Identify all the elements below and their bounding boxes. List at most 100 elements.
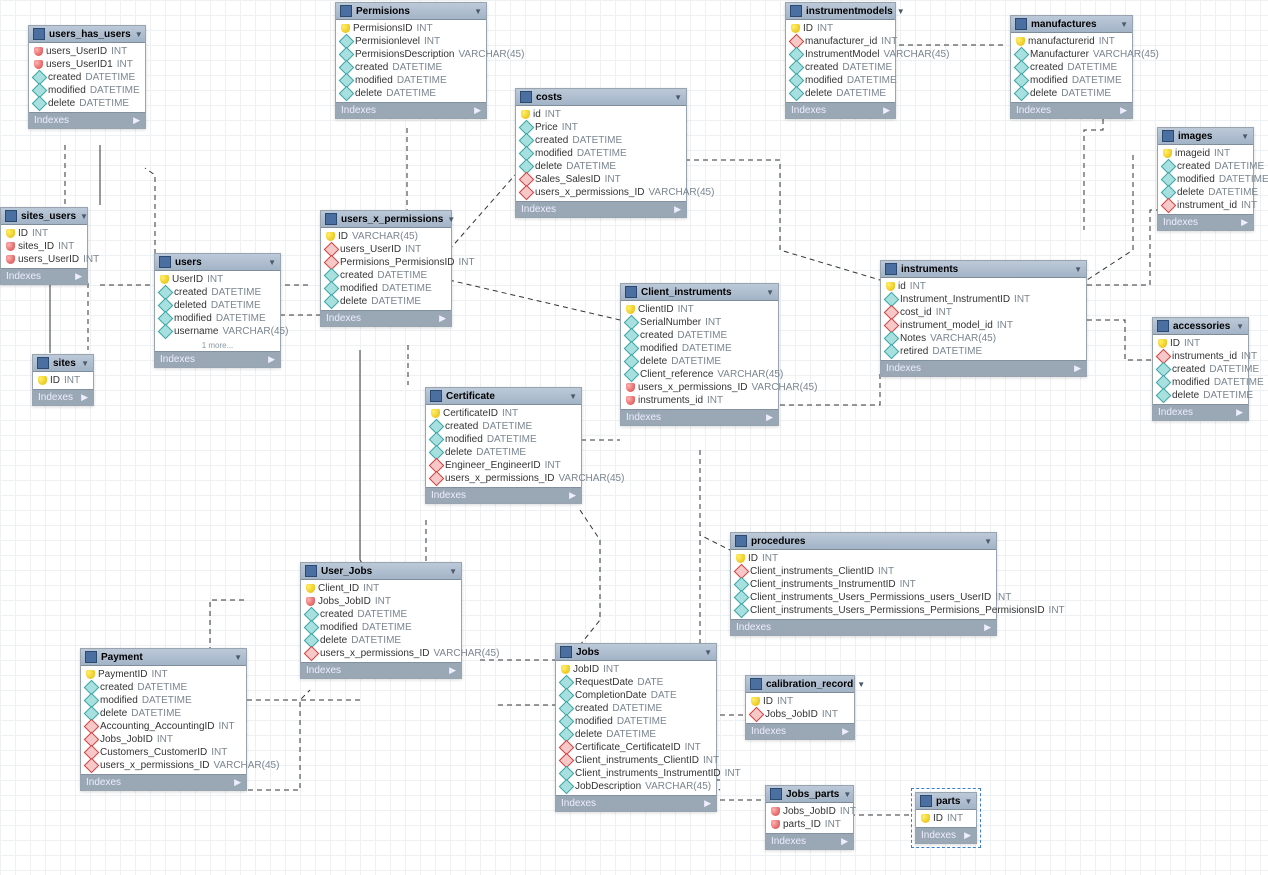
expand-icon[interactable]: ▶ <box>964 830 971 841</box>
collapse-icon[interactable]: ▼ <box>1241 132 1249 141</box>
collapse-icon[interactable]: ▼ <box>569 392 577 401</box>
indexes-row[interactable]: Indexes▶ <box>321 310 451 326</box>
expand-icon[interactable]: ▶ <box>439 313 446 324</box>
table-header[interactable]: instrumentmodels▼ <box>786 3 895 20</box>
expand-icon[interactable]: ▶ <box>75 271 82 282</box>
table-accessories[interactable]: accessories▼IDINTinstruments_idINTcreate… <box>1152 317 1249 421</box>
indexes-row[interactable]: Indexes▶ <box>301 662 461 678</box>
table-instruments[interactable]: instruments▼idINTInstrument_InstrumentID… <box>880 260 1087 377</box>
table-parts[interactable]: parts▼IDINTIndexes▶ <box>915 792 977 844</box>
table-images[interactable]: images▼imageidINTcreatedDATETIMEmodified… <box>1157 127 1254 231</box>
indexes-row[interactable]: Indexes▶ <box>1153 404 1248 420</box>
collapse-icon[interactable]: ▼ <box>268 258 276 267</box>
indexes-row[interactable]: Indexes▶ <box>766 833 853 849</box>
table-header[interactable]: instruments▼ <box>881 261 1086 278</box>
table-payment[interactable]: Payment▼PaymentIDINTcreatedDATETIMEmodif… <box>80 648 247 791</box>
indexes-row[interactable]: Indexes▶ <box>155 351 280 367</box>
table-manufactures[interactable]: manufactures▼manufactureridINTManufactur… <box>1010 15 1133 119</box>
table-header[interactable]: users▼ <box>155 254 280 271</box>
table-header[interactable]: parts▼ <box>916 793 976 810</box>
indexes-row[interactable]: Indexes▶ <box>1011 102 1132 118</box>
indexes-row[interactable]: Indexes▶ <box>29 112 145 128</box>
table-permissions[interactable]: Permisions▼PermisionsIDINTPermisionlevel… <box>335 2 487 119</box>
collapse-icon[interactable]: ▼ <box>843 790 851 799</box>
collapse-icon[interactable]: ▼ <box>704 648 712 657</box>
expand-icon[interactable]: ▶ <box>766 412 773 423</box>
table-header[interactable]: User_Jobs▼ <box>301 563 461 580</box>
indexes-row[interactable]: Indexes▶ <box>33 389 93 405</box>
expand-icon[interactable]: ▶ <box>234 777 241 788</box>
expand-icon[interactable]: ▶ <box>883 105 890 116</box>
collapse-icon[interactable]: ▼ <box>984 537 992 546</box>
table-users[interactable]: users▼UserIDINTcreatedDATETIMEdeletedDAT… <box>154 253 281 368</box>
table-header[interactable]: Permisions▼ <box>336 3 486 20</box>
collapse-icon[interactable]: ▼ <box>447 215 455 224</box>
table-instrumentmodels[interactable]: instrumentmodels▼IDINTmanufacturer_idINT… <box>785 2 896 119</box>
collapse-icon[interactable]: ▼ <box>81 359 89 368</box>
table-header[interactable]: Jobs▼ <box>556 644 716 661</box>
expand-icon[interactable]: ▶ <box>474 105 481 116</box>
table-header[interactable]: calibration_record▼ <box>746 676 854 693</box>
indexes-row[interactable]: Indexes▶ <box>881 360 1086 376</box>
table-header[interactable]: sites_users▼ <box>1 208 87 225</box>
indexes-row[interactable]: Indexes▶ <box>426 487 581 503</box>
collapse-icon[interactable]: ▼ <box>474 7 482 16</box>
collapse-icon[interactable]: ▼ <box>1120 20 1128 29</box>
indexes-row[interactable]: Indexes▶ <box>731 619 996 635</box>
expand-icon[interactable]: ▶ <box>674 204 681 215</box>
table-header[interactable]: Payment▼ <box>81 649 246 666</box>
erd-canvas[interactable]: users_has_users▼users_UserIDINTusers_Use… <box>0 0 1268 875</box>
collapse-icon[interactable]: ▼ <box>897 7 905 16</box>
collapse-icon[interactable]: ▼ <box>135 30 143 39</box>
indexes-row[interactable]: Indexes▶ <box>81 774 246 790</box>
table-header[interactable]: procedures▼ <box>731 533 996 550</box>
collapse-icon[interactable]: ▼ <box>964 797 972 806</box>
table-jobs-parts[interactable]: Jobs_parts▼Jobs_JobIDINTparts_IDINTIndex… <box>765 785 854 850</box>
table-header[interactable]: sites▼ <box>33 355 93 372</box>
table-sites-users[interactable]: sites_users▼IDINTsites_IDINTusers_UserID… <box>0 207 88 285</box>
table-user-jobs[interactable]: User_Jobs▼Client_IDINTJobs_JobIDINTcreat… <box>300 562 462 679</box>
expand-icon[interactable]: ▶ <box>1241 217 1248 228</box>
collapse-icon[interactable]: ▼ <box>1074 265 1082 274</box>
indexes-row[interactable]: Indexes▶ <box>916 827 976 843</box>
expand-icon[interactable]: ▶ <box>268 354 275 365</box>
expand-icon[interactable]: ▶ <box>984 622 991 633</box>
table-sites[interactable]: sites▼IDINTIndexes▶ <box>32 354 94 406</box>
table-header[interactable]: users_has_users▼ <box>29 26 145 43</box>
indexes-row[interactable]: Indexes▶ <box>621 409 778 425</box>
expand-icon[interactable]: ▶ <box>449 665 456 676</box>
table-procedures[interactable]: procedures▼IDINTClient_instruments_Clien… <box>730 532 997 636</box>
more-indicator[interactable]: 1 more... <box>155 340 280 351</box>
indexes-row[interactable]: Indexes▶ <box>746 723 854 739</box>
expand-icon[interactable]: ▶ <box>133 115 140 126</box>
table-costs[interactable]: costs▼idINTPriceINTcreatedDATETIMEmodifi… <box>515 88 687 218</box>
table-header[interactable]: users_x_permissions▼ <box>321 211 451 228</box>
collapse-icon[interactable]: ▼ <box>449 567 457 576</box>
collapse-icon[interactable]: ▼ <box>857 680 865 689</box>
table-users-x-permissions[interactable]: users_x_permissions▼IDVARCHAR(45)users_U… <box>320 210 452 327</box>
table-header[interactable]: accessories▼ <box>1153 318 1248 335</box>
table-jobs[interactable]: Jobs▼JobIDINTRequestDateDATECompletionDa… <box>555 643 717 812</box>
indexes-row[interactable]: Indexes▶ <box>516 201 686 217</box>
expand-icon[interactable]: ▶ <box>1236 407 1243 418</box>
table-header[interactable]: manufactures▼ <box>1011 16 1132 33</box>
table-certificate[interactable]: Certificate▼CertificateIDINTcreatedDATET… <box>425 387 582 504</box>
table-users-has-users[interactable]: users_has_users▼users_UserIDINTusers_Use… <box>28 25 146 129</box>
expand-icon[interactable]: ▶ <box>569 490 576 501</box>
table-calibration-record[interactable]: calibration_record▼IDINTJobs_JobIDINTInd… <box>745 675 855 740</box>
collapse-icon[interactable]: ▼ <box>674 93 682 102</box>
table-header[interactable]: Client_instruments▼ <box>621 284 778 301</box>
expand-icon[interactable]: ▶ <box>81 392 88 403</box>
expand-icon[interactable]: ▶ <box>704 798 711 809</box>
collapse-icon[interactable]: ▼ <box>766 288 774 297</box>
table-client-instruments[interactable]: Client_instruments▼ClientIDINTSerialNumb… <box>620 283 779 426</box>
table-header[interactable]: costs▼ <box>516 89 686 106</box>
collapse-icon[interactable]: ▼ <box>1236 322 1244 331</box>
table-header[interactable]: Jobs_parts▼ <box>766 786 853 803</box>
collapse-icon[interactable]: ▼ <box>80 212 88 221</box>
indexes-row[interactable]: Indexes▶ <box>786 102 895 118</box>
indexes-row[interactable]: Indexes▶ <box>556 795 716 811</box>
collapse-icon[interactable]: ▼ <box>234 653 242 662</box>
indexes-row[interactable]: Indexes▶ <box>1158 214 1253 230</box>
expand-icon[interactable]: ▶ <box>841 836 848 847</box>
